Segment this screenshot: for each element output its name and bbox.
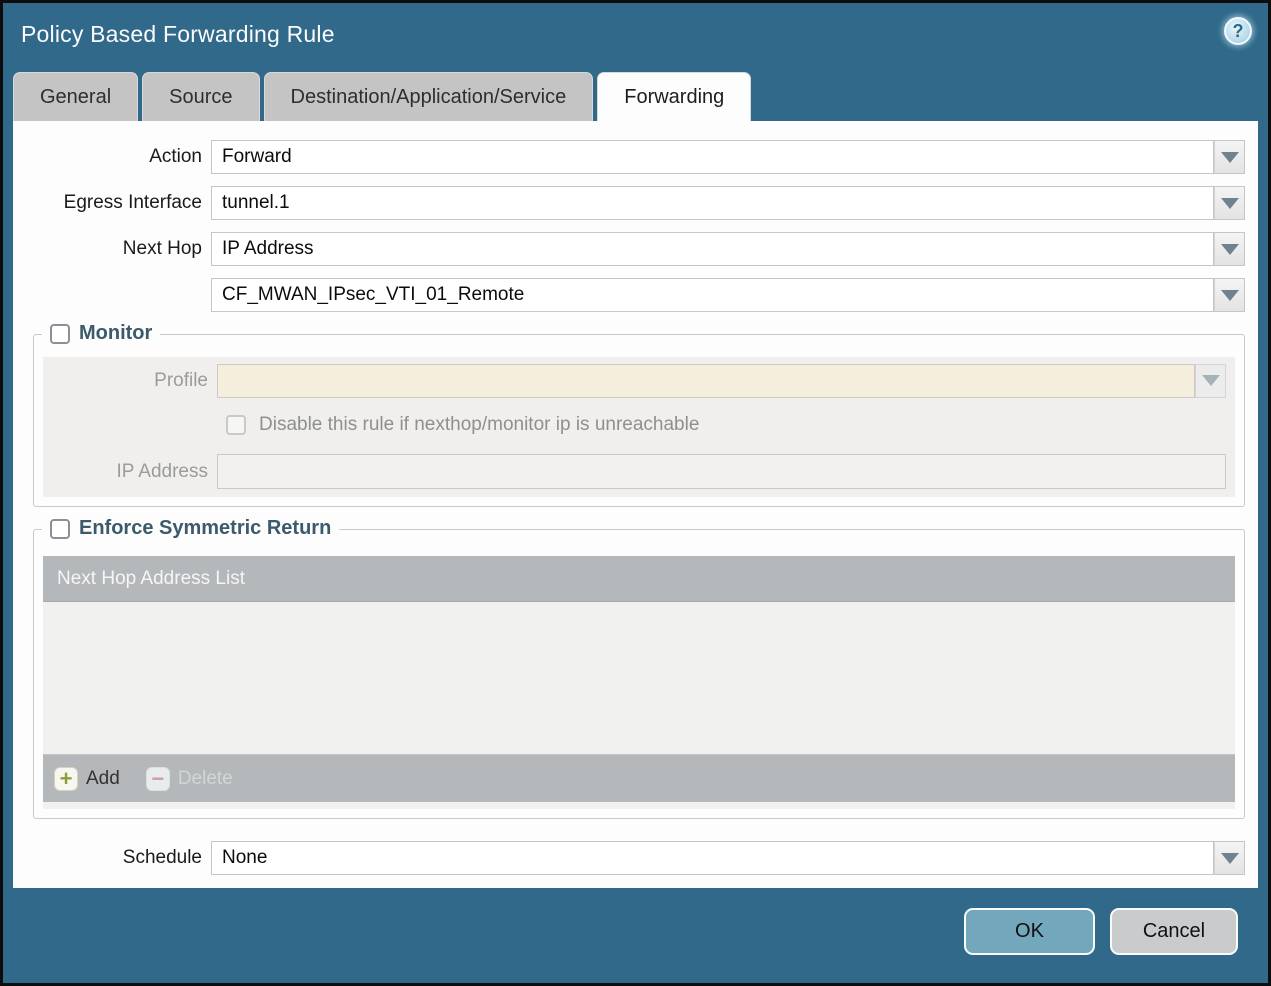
next-hop-row: Next Hop IP Address [13, 232, 1245, 266]
next-hop-address-list-body[interactable] [43, 602, 1235, 754]
chevron-down-icon [1201, 375, 1220, 386]
egress-interface-label: Egress Interface [63, 192, 202, 213]
egress-interface-dropdown-button[interactable] [1214, 186, 1245, 220]
monitor-ip-address-input [217, 454, 1226, 489]
symmetric-return-checkbox[interactable] [50, 518, 70, 539]
dialog-title: Policy Based Forwarding Rule [21, 20, 335, 47]
tab-forwarding[interactable]: Forwarding [597, 72, 752, 121]
action-dropdown[interactable]: Forward [211, 140, 1245, 174]
schedule-label: Schedule [122, 847, 202, 868]
dialog-footer: OK Cancel [3, 882, 1268, 983]
disable-rule-row: Disable this rule if nexthop/monitor ip … [226, 410, 1235, 440]
monitor-legend: Monitor [42, 322, 161, 345]
monitor-checkbox[interactable] [50, 323, 70, 344]
footer-buttons: OK Cancel [964, 908, 1238, 955]
chevron-down-icon [1220, 151, 1239, 163]
tab-general[interactable]: General [13, 72, 139, 121]
monitor-profile-row: Profile [43, 363, 1226, 398]
monitor-profile-value [217, 363, 1195, 398]
schedule-row: Schedule None [13, 841, 1245, 875]
delete-button: − Delete [145, 766, 233, 791]
disable-rule-label: Disable this rule if nexthop/monitor ip … [259, 414, 700, 435]
delete-icon: − [145, 766, 170, 791]
help-glyph: ? [1232, 20, 1244, 41]
monitor-profile-dropdown-button [1195, 363, 1226, 398]
action-value[interactable]: Forward [211, 140, 1214, 174]
next-hop-address-row: CF_MWAN_IPsec_VTI_01_Remote [13, 278, 1245, 312]
policy-based-forwarding-dialog: Policy Based Forwarding Rule ? General S… [0, 0, 1271, 986]
monitor-profile-dropdown [217, 363, 1226, 398]
ok-button[interactable]: OK [964, 908, 1095, 955]
symmetric-return-legend-label: Enforce Symmetric Return [79, 517, 332, 539]
delete-button-label: Delete [177, 767, 233, 789]
monitor-ip-address-label: IP Address [116, 460, 208, 482]
next-hop-address-value[interactable]: CF_MWAN_IPsec_VTI_01_Remote [211, 278, 1214, 312]
next-hop-address-list-header: Next Hop Address List [43, 556, 1235, 602]
next-hop-type-dropdown-button[interactable] [1214, 232, 1245, 266]
next-hop-address-list-table: Next Hop Address List + Add − Delete [43, 556, 1235, 809]
add-button[interactable]: + Add [54, 766, 120, 791]
monitor-profile-label: Profile [154, 369, 208, 391]
chevron-down-icon [1220, 197, 1239, 209]
table-bottom-strip [43, 802, 1235, 809]
cancel-button[interactable]: Cancel [1110, 908, 1238, 955]
symmetric-return-fieldset: Enforce Symmetric Return Next Hop Addres… [33, 517, 1245, 819]
chevron-down-icon [1220, 289, 1239, 301]
chevron-down-icon [1220, 852, 1239, 864]
symmetric-return-legend: Enforce Symmetric Return [42, 517, 340, 540]
monitor-panel: Profile Disable this rule if nexthop/mon… [43, 357, 1235, 497]
add-icon: + [54, 766, 78, 791]
forwarding-tab-panel: Action Forward Egress Interface tunnel.1… [13, 121, 1258, 888]
next-hop-label: Next Hop [122, 238, 202, 259]
action-row: Action Forward [13, 140, 1245, 174]
dialog-titlebar: Policy Based Forwarding Rule ? [3, 3, 1268, 65]
next-hop-address-dropdown-button[interactable] [1214, 278, 1245, 312]
schedule-dropdown-button[interactable] [1214, 841, 1245, 875]
next-hop-type-dropdown[interactable]: IP Address [211, 232, 1245, 266]
next-hop-type-value[interactable]: IP Address [211, 232, 1214, 266]
tab-destination-application-service[interactable]: Destination/Application/Service [263, 72, 594, 121]
monitor-ip-address-row: IP Address [43, 454, 1226, 489]
action-label: Action [149, 146, 202, 167]
add-button-label: Add [86, 767, 120, 789]
egress-interface-value[interactable]: tunnel.1 [211, 186, 1214, 220]
help-icon[interactable]: ? [1224, 17, 1252, 45]
schedule-value[interactable]: None [211, 841, 1214, 875]
monitor-legend-label: Monitor [79, 322, 153, 344]
egress-interface-dropdown[interactable]: tunnel.1 [211, 186, 1245, 220]
monitor-fieldset: Monitor Profile Disable this rule if nex… [33, 322, 1245, 507]
next-hop-address-list-toolbar: + Add − Delete [43, 754, 1235, 802]
egress-interface-row: Egress Interface tunnel.1 [13, 186, 1245, 220]
action-dropdown-button[interactable] [1214, 140, 1245, 174]
tab-source[interactable]: Source [142, 72, 260, 121]
tab-bar: General Source Destination/Application/S… [13, 72, 752, 121]
disable-rule-checkbox [226, 415, 246, 435]
schedule-dropdown[interactable]: None [211, 841, 1245, 875]
next-hop-address-dropdown[interactable]: CF_MWAN_IPsec_VTI_01_Remote [211, 278, 1245, 312]
chevron-down-icon [1220, 243, 1239, 255]
